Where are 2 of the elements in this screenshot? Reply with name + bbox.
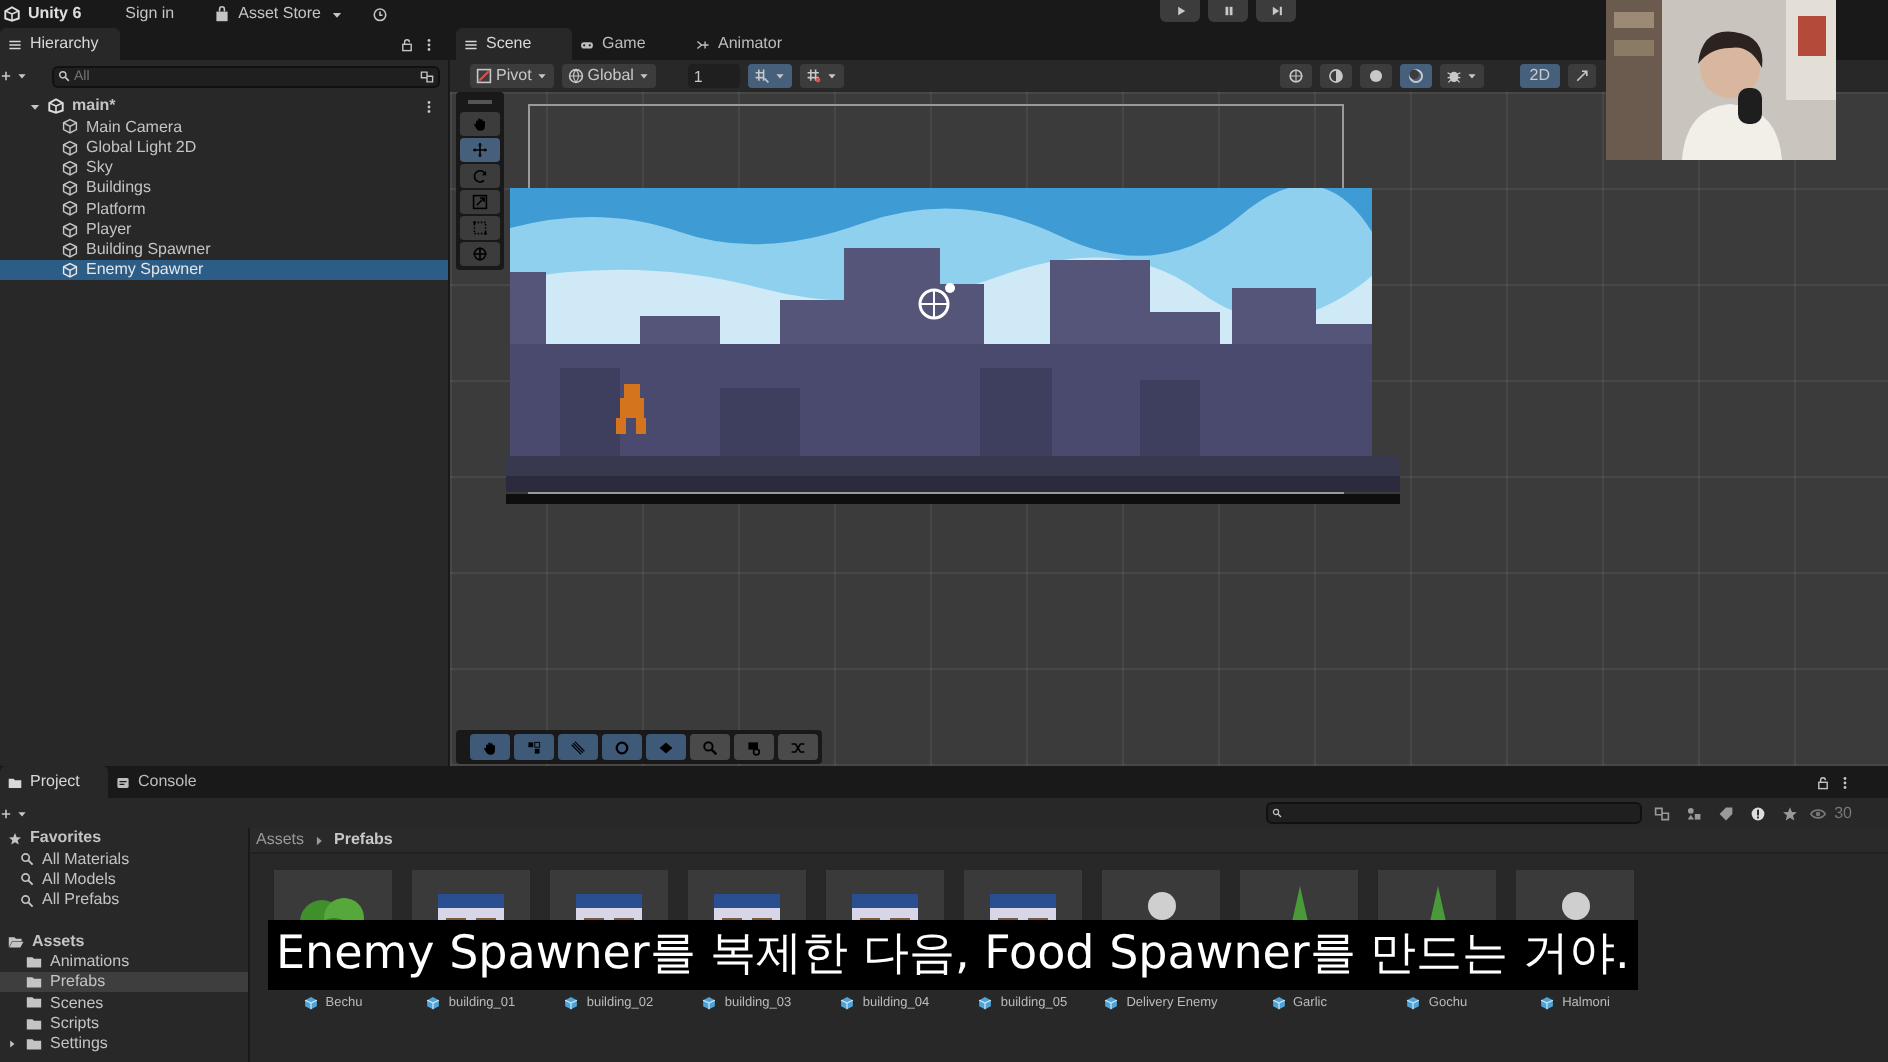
subtitle-toast: Enemy Spawner를 복제한 다음, Food Spawner를 만드는 거야. [268, 920, 1638, 990]
app-title: Unity 6 [28, 4, 82, 24]
